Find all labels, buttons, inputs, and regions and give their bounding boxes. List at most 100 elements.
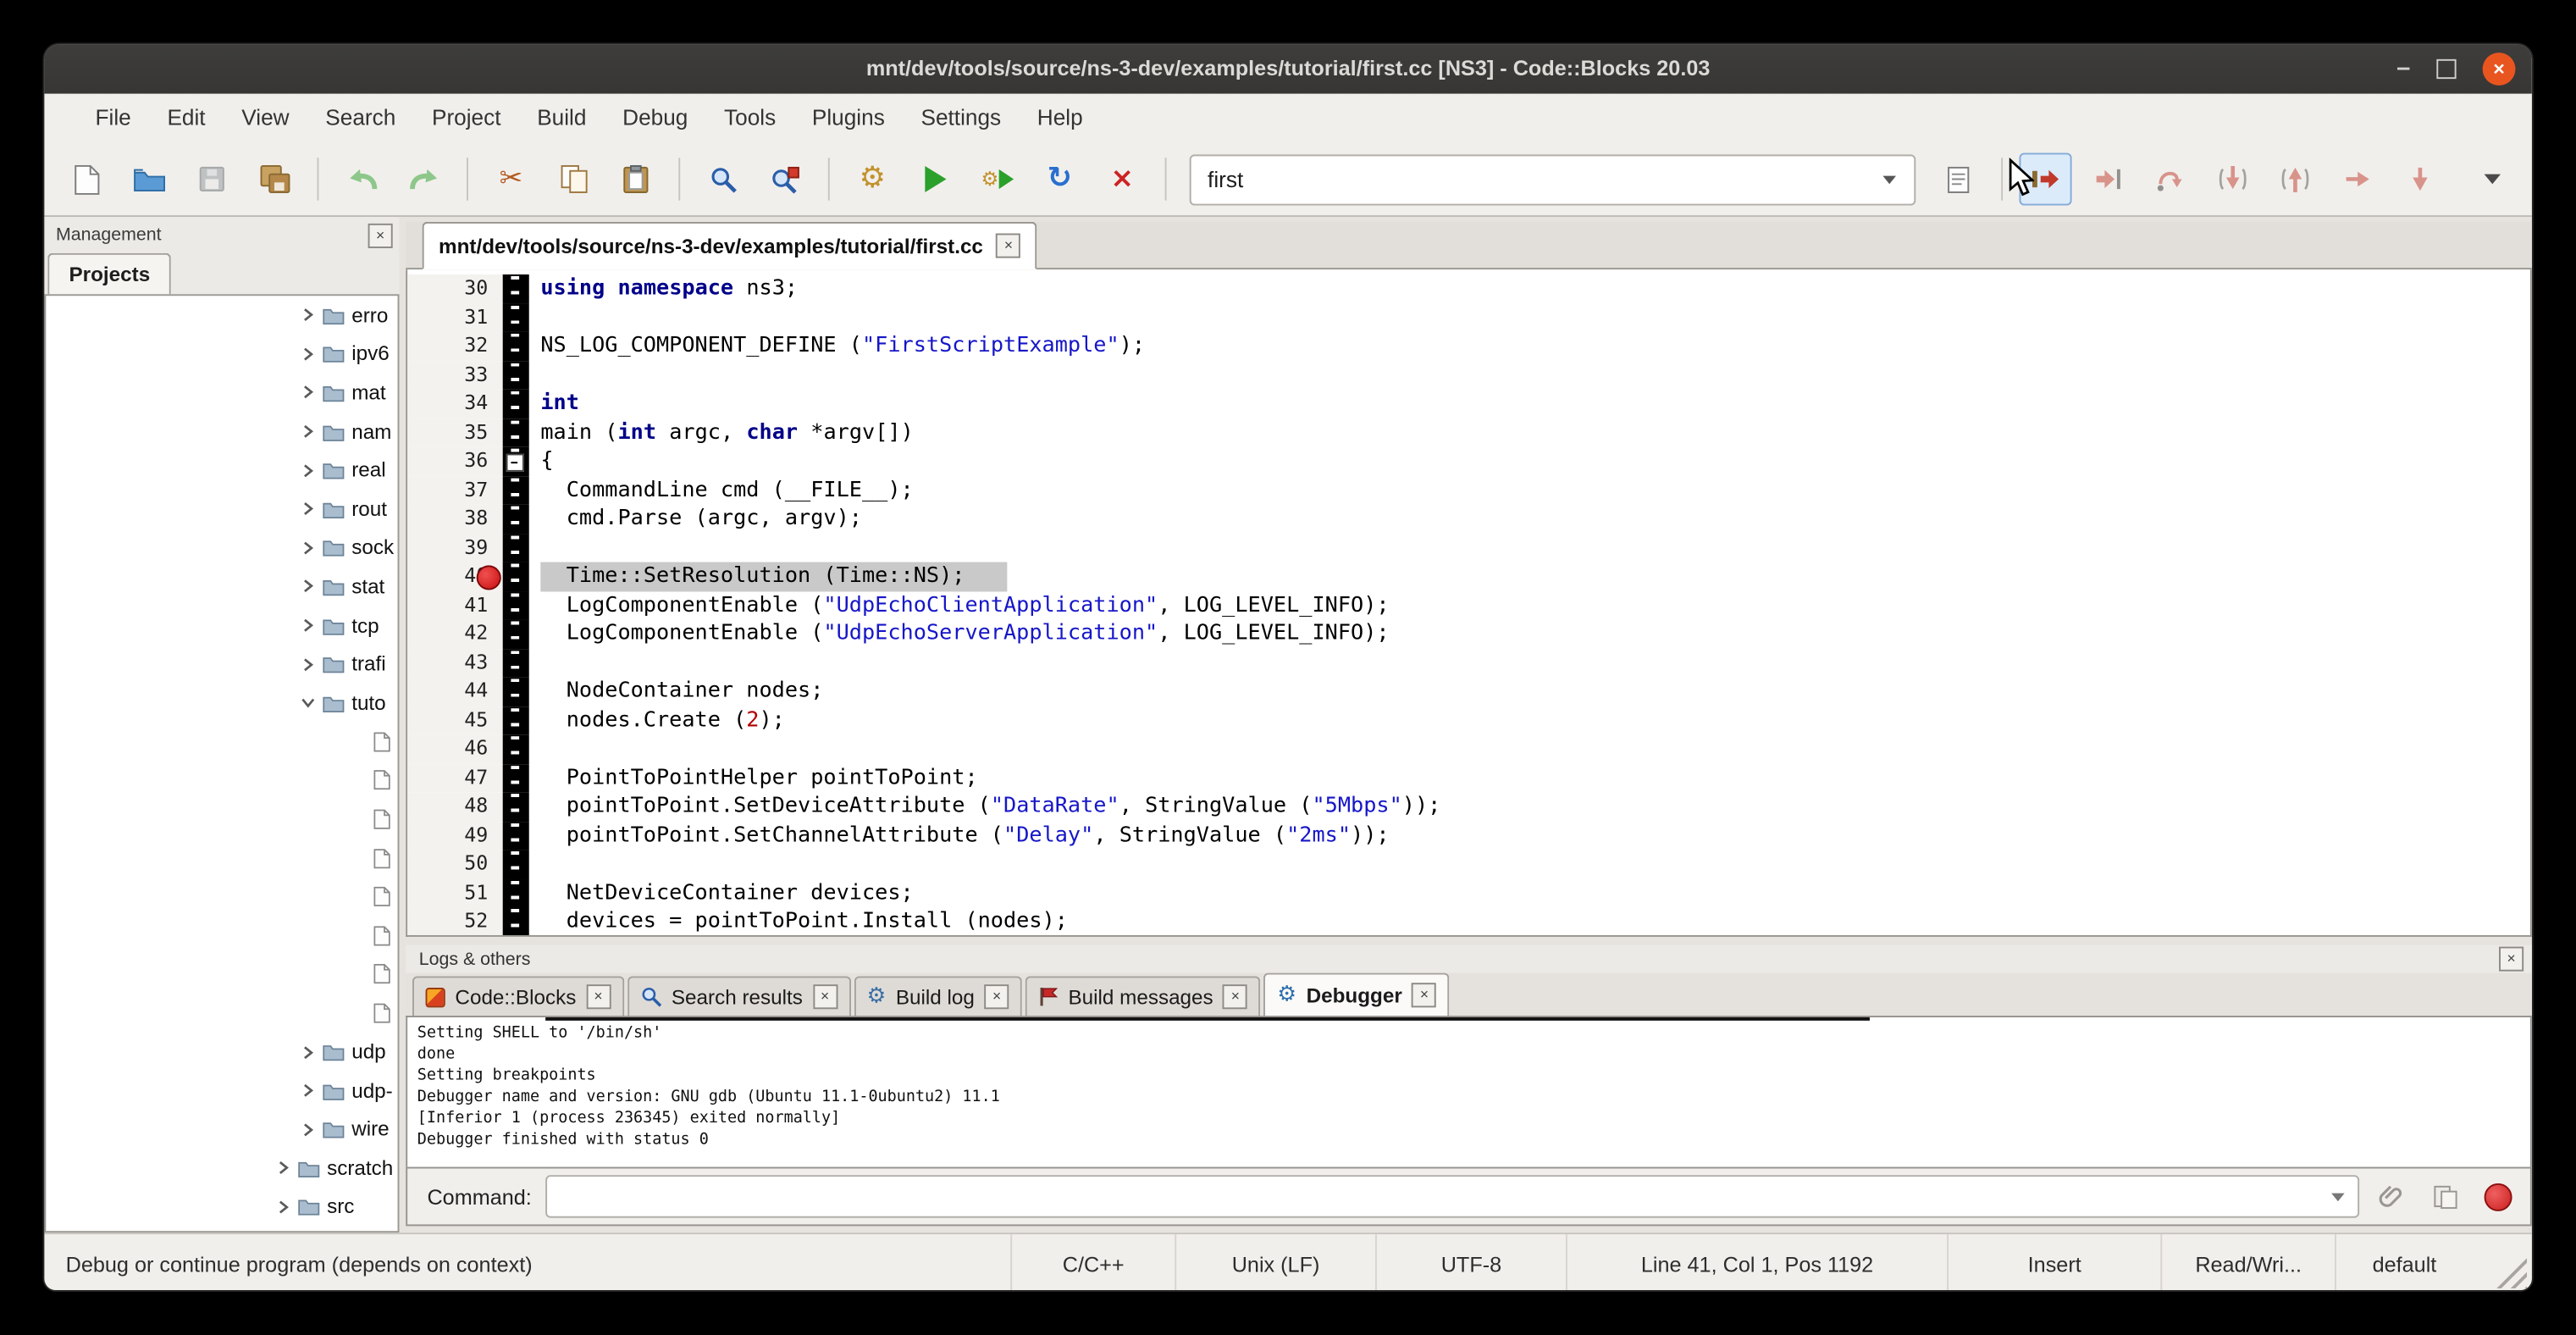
fold-margin[interactable] [503,850,529,878]
log-tab-search-results[interactable]: Search results× [627,976,850,1016]
step-into-instruction-button[interactable] [2394,152,2446,205]
line-number[interactable]: 38 [407,505,503,534]
next-line-button[interactable] [2144,152,2197,205]
logs-close-button[interactable]: × [2499,947,2523,972]
code-line[interactable]: 52 devices = pointToPoint.Install (nodes… [407,907,2530,936]
build-target-select[interactable]: first [1190,153,1916,204]
chevron-right-icon[interactable] [301,463,315,477]
line-number[interactable]: 45 [407,706,503,734]
fold-margin[interactable] [503,361,529,390]
build-button[interactable]: ⚙ [846,152,898,205]
new-file-button[interactable] [61,152,113,205]
undo-button[interactable] [335,152,388,205]
line-number[interactable]: 32 [407,332,503,361]
command-input[interactable] [544,1175,2359,1217]
menu-item-file[interactable]: File [77,94,149,143]
tree-item-trafi[interactable]: trafi [46,645,397,684]
line-number[interactable]: 34 [407,390,503,418]
line-number[interactable]: 33 [407,361,503,390]
code-line[interactable]: 42 LogComponentEnable ("UdpEchoServerApp… [407,619,2530,648]
line-number[interactable]: 50 [407,850,503,878]
chevron-right-icon[interactable] [301,424,315,439]
tree-item-fo[interactable]: fo [46,800,397,839]
fold-margin[interactable] [503,274,529,303]
chevron-right-icon[interactable] [301,346,315,361]
tree-item-fif[interactable]: fif [46,723,397,762]
rebuild-button[interactable]: ↻ [1033,152,1086,205]
step-out-button[interactable] [2269,152,2321,205]
tree-item-rout[interactable]: rout [46,490,397,529]
save-button[interactable] [185,152,238,205]
chevron-right-icon[interactable] [276,1199,290,1214]
line-number[interactable]: 51 [407,878,503,907]
chevron-right-icon[interactable] [301,1044,315,1059]
line-number[interactable]: 44 [407,677,503,706]
find-button[interactable] [697,152,749,205]
log-tab-close-button[interactable]: × [1223,984,1247,1009]
step-into-button[interactable] [2207,152,2259,205]
tree-item-sock[interactable]: sock [46,529,397,568]
code-line[interactable]: 39 [407,534,2530,562]
code-line[interactable]: 46 [407,734,2530,763]
menu-item-debug[interactable]: Debug [605,94,706,143]
line-number[interactable]: 48 [407,792,503,821]
fold-margin[interactable] [503,648,529,677]
code-line[interactable]: 50 [407,850,2530,878]
tree-item-nam[interactable]: nam [46,413,397,451]
line-number[interactable]: 31 [407,303,503,332]
maximize-button[interactable] [2436,59,2456,79]
tree-item-erro[interactable]: erro [46,296,397,335]
logs-splitter[interactable] [406,937,2532,945]
run-to-cursor-button[interactable] [2081,152,2134,205]
fold-margin[interactable] [503,591,529,620]
code-line[interactable]: 45 nodes.Create (2); [407,706,2530,734]
log-tab-close-button[interactable]: × [813,984,837,1009]
log-tab-build-log[interactable]: ⚙Build log× [854,976,1022,1016]
chevron-right-icon[interactable] [301,385,315,400]
breakpoint-marker[interactable] [477,565,501,590]
code-line[interactable]: 44 NodeContainer nodes; [407,677,2530,706]
save-all-button[interactable] [248,152,301,205]
chevron-right-icon[interactable] [301,540,315,555]
chevron-right-icon[interactable] [301,1122,315,1137]
abort-button[interactable]: × [1096,152,1148,205]
code-line[interactable]: 48 pointToPoint.SetDeviceAttribute ("Dat… [407,792,2530,821]
debugger-output[interactable]: Setting SHELL to '/bin/sh'doneSetting br… [406,1016,2532,1166]
tree-item-ipv6[interactable]: ipv6 [46,335,397,374]
build-and-run-button[interactable]: ⚙ [971,152,1024,205]
resize-grip[interactable] [2473,1234,2532,1290]
tab-projects[interactable]: Projects [47,253,171,295]
code-line[interactable]: 49 pointToPoint.SetChannelAttribute ("De… [407,821,2530,850]
fold-collapse-icon[interactable] [506,453,524,471]
code-line[interactable]: 30using namespace ns3; [407,274,2530,303]
menu-item-tools[interactable]: Tools [706,94,794,143]
code-line[interactable]: 47 PointToPointHelper pointToPoint; [407,763,2530,792]
line-number[interactable]: 43 [407,648,503,677]
code-line[interactable]: 32NS_LOG_COMPONENT_DEFINE ("FirstScriptE… [407,332,2530,361]
chevron-right-icon[interactable] [276,1161,290,1175]
fold-margin[interactable] [503,418,529,447]
code-line[interactable]: 37 CommandLine cmd (__FILE__); [407,476,2530,505]
line-number[interactable]: 35 [407,418,503,447]
line-number[interactable]: 46 [407,734,503,763]
code-line[interactable]: 51 NetDeviceContainer devices; [407,878,2530,907]
fold-margin[interactable] [503,303,529,332]
chevron-right-icon[interactable] [301,656,315,671]
menu-item-help[interactable]: Help [1019,94,1101,143]
minimize-button[interactable]: – [2396,44,2410,93]
open-file-button[interactable] [124,152,176,205]
editor-tab-first-cc[interactable]: mnt/dev/tools/source/ns-3-dev/examples/t… [423,222,1037,269]
fold-margin[interactable] [503,792,529,821]
log-tab-close-button[interactable]: × [1412,983,1436,1007]
fold-margin[interactable] [503,677,529,706]
fold-margin[interactable] [503,821,529,850]
panel-splitter[interactable] [399,217,406,1233]
code-line[interactable]: 38 cmd.Parse (argc, argv); [407,505,2530,534]
tree-item-se[interactable]: se [46,878,397,917]
tree-item-th[interactable]: th [46,994,397,1033]
fold-margin[interactable] [503,706,529,734]
fold-margin[interactable] [503,562,529,591]
menu-item-project[interactable]: Project [414,94,519,143]
line-number[interactable]: 36 [407,447,503,476]
menu-item-search[interactable]: Search [307,94,414,143]
